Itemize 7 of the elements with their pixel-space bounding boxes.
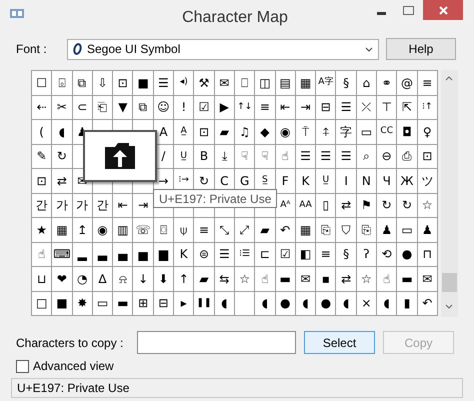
window-title: Character Map bbox=[181, 8, 289, 28]
status-bar: U+E197: Private Use bbox=[11, 378, 463, 398]
font-value: Segoe UI Symbol bbox=[87, 41, 182, 58]
copy-label: Characters to copy : bbox=[16, 334, 124, 352]
tooltip: U+E197: Private Use bbox=[153, 189, 278, 208]
advanced-view-label: Advanced view bbox=[33, 358, 114, 375]
font-label: Font : bbox=[16, 41, 48, 58]
